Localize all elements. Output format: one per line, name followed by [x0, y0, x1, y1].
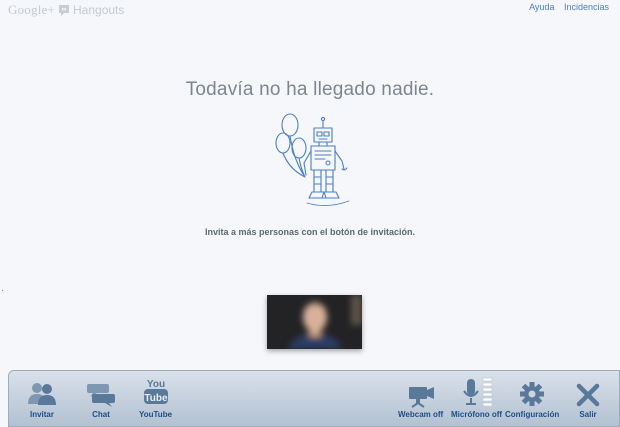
youtube-icon-text-top: You — [146, 379, 164, 390]
invite-hint: Invita a más personas con el botón de in… — [204, 227, 416, 237]
page-title: Todavía no ha llegado nadie. — [185, 79, 435, 100]
microphone-off-button[interactable]: Micrófono off — [451, 374, 502, 419]
volume-level-icon — [482, 377, 492, 407]
brand-hangouts: Hangouts — [73, 3, 125, 17]
youtube-icon: You Tube — [143, 379, 168, 404]
exit-label: Salir — [579, 410, 597, 419]
issues-link[interactable]: Incidencias — [564, 2, 609, 12]
hangout-toolbar: Invitar Chat You Tube YouTube Webcam off… — [8, 370, 620, 427]
webcam-off-label: Webcam off — [398, 410, 444, 419]
chat-button[interactable]: Chat — [85, 374, 117, 419]
top-links: Ayuda Incidencias — [522, 2, 609, 12]
chat-label: Chat — [92, 410, 110, 419]
robot-balloons-illustration — [275, 113, 350, 206]
google-hangouts-logo: Google+ Hangouts — [8, 2, 124, 18]
help-link[interactable]: Ayuda — [529, 2, 554, 12]
webcam-icon — [408, 387, 434, 408]
microphone-off-label: Micrófono off — [451, 410, 503, 419]
webcam-image — [267, 295, 362, 349]
youtube-icon-text-bottom: Tube — [144, 393, 168, 404]
self-video-preview — [267, 295, 362, 349]
settings-button[interactable]: Configuración — [505, 374, 559, 419]
hangouts-icon — [59, 4, 70, 16]
webcam-off-button[interactable]: Webcam off — [398, 374, 443, 419]
people-icon — [28, 383, 56, 405]
gear-icon — [520, 382, 545, 406]
youtube-label: YouTube — [139, 410, 173, 419]
brand-google: Google+ — [8, 2, 56, 17]
stray-dot — [2, 290, 3, 291]
microphone-icon — [462, 377, 492, 407]
youtube-button[interactable]: You Tube YouTube — [139, 374, 172, 419]
settings-label: Configuración — [505, 410, 560, 419]
invite-label: Invitar — [29, 410, 54, 419]
chat-icon — [87, 384, 115, 407]
exit-button[interactable]: Salir — [575, 374, 601, 419]
invite-button[interactable]: Invitar — [26, 374, 58, 419]
close-icon — [576, 383, 600, 407]
